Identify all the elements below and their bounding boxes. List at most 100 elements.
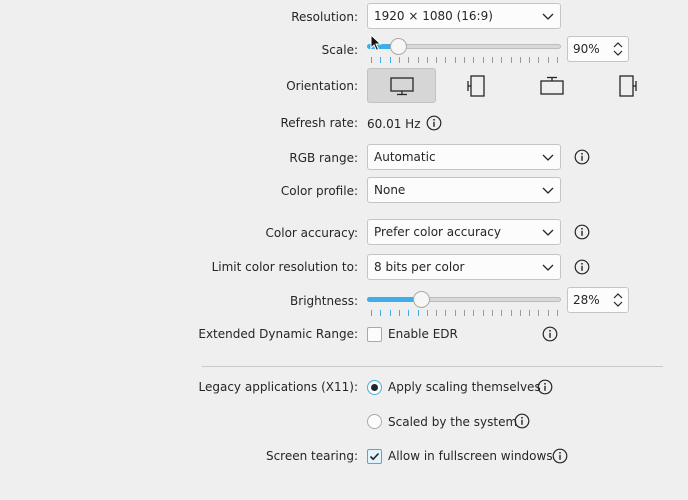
- resolution-value: 1920 × 1080 (16:9): [374, 9, 493, 23]
- chevron-down-icon: [542, 229, 554, 236]
- info-icon[interactable]: [537, 379, 553, 395]
- slider-tick: [464, 310, 465, 316]
- slider-tick: [492, 310, 493, 316]
- slider-tick: [557, 57, 558, 63]
- slider-tick: [371, 310, 372, 316]
- brightness-value: 28%: [573, 293, 600, 307]
- display-settings-page: Resolution: 1920 × 1080 (16:9) Scale: 90…: [0, 0, 688, 500]
- slider-tick: [529, 310, 530, 316]
- orientation-portrait-button[interactable]: [442, 68, 511, 103]
- slider-tick: [445, 310, 446, 316]
- slider-tick: [483, 310, 484, 316]
- edr-label: Extended Dynamic Range:: [198, 327, 358, 341]
- landscape-flipped-icon: [539, 76, 564, 95]
- color-accuracy-value: Prefer color accuracy: [374, 225, 501, 239]
- refresh-rate-label: Refresh rate:: [280, 116, 358, 130]
- slider-tick: [427, 310, 428, 316]
- color-resolution-value: 8 bits per color: [374, 260, 465, 274]
- resolution-combo[interactable]: 1920 × 1080 (16:9): [367, 3, 561, 29]
- scaled-by-system-label[interactable]: Scaled by the system: [388, 414, 517, 430]
- slider-tick: [464, 57, 465, 63]
- tearing-label: Screen tearing:: [265, 449, 358, 463]
- slider-tick: [473, 310, 474, 316]
- scale-label: Scale:: [321, 43, 358, 57]
- edr-option-label[interactable]: Enable EDR: [388, 326, 458, 342]
- color-accuracy-label: Color accuracy:: [265, 226, 358, 240]
- scale-slider[interactable]: [367, 37, 561, 63]
- spin-arrows-icon[interactable]: [612, 291, 624, 309]
- slider-tick: [380, 57, 381, 63]
- color-resolution-combo[interactable]: 8 bits per color: [367, 254, 561, 280]
- info-icon[interactable]: [574, 259, 590, 275]
- info-icon[interactable]: [552, 448, 568, 464]
- rgb-range-label: RGB range:: [289, 151, 358, 165]
- mouse-cursor-icon: [370, 34, 382, 52]
- scaled-by-system-radio[interactable]: [367, 414, 382, 429]
- info-icon[interactable]: [542, 326, 558, 342]
- resolution-label: Resolution:: [291, 10, 358, 24]
- brightness-label: Brightness:: [290, 294, 358, 308]
- tearing-checkbox[interactable]: [367, 449, 382, 464]
- landscape-icon: [389, 76, 414, 95]
- slider-tick: [436, 310, 437, 316]
- slider-tick: [557, 310, 558, 316]
- spin-arrows-icon[interactable]: [612, 40, 624, 58]
- slider-tick: [418, 57, 419, 63]
- apply-scaling-label[interactable]: Apply scaling themselves: [388, 379, 541, 395]
- tearing-option-label[interactable]: Allow in fullscreen windows: [388, 448, 553, 464]
- chevron-down-icon: [542, 13, 554, 20]
- slider-tick: [418, 310, 419, 316]
- orientation-portrait-flipped-button[interactable]: [592, 68, 661, 103]
- slider-tick: [455, 57, 456, 63]
- info-icon[interactable]: [426, 115, 442, 131]
- rgb-range-combo[interactable]: Automatic: [367, 144, 561, 170]
- slider-tick: [548, 310, 549, 316]
- slider-tick: [501, 57, 502, 63]
- slider-tick: [371, 57, 372, 63]
- slider-tick: [399, 310, 400, 316]
- slider-tick: [511, 310, 512, 316]
- info-icon[interactable]: [514, 413, 530, 429]
- refresh-rate-value: 60.01 Hz: [367, 117, 421, 131]
- slider-tick: [408, 310, 409, 316]
- portrait-icon: [466, 74, 485, 97]
- slider-tick: [380, 310, 381, 316]
- slider-tick: [501, 310, 502, 316]
- slider-tick: [492, 57, 493, 63]
- brightness-slider[interactable]: [367, 290, 561, 316]
- color-profile-combo[interactable]: None: [367, 177, 561, 203]
- slider-ticks: [371, 310, 558, 316]
- info-icon[interactable]: [574, 224, 590, 240]
- slider-tick: [399, 57, 400, 63]
- slider-tick: [538, 310, 539, 316]
- slider-tick: [390, 57, 391, 63]
- brightness-spinbox[interactable]: 28%: [567, 287, 629, 313]
- slider-tick: [427, 57, 428, 63]
- slider-handle[interactable]: [413, 291, 430, 308]
- slider-tick: [529, 57, 530, 63]
- legacy-label: Legacy applications (X11):: [198, 380, 359, 394]
- slider-tick: [520, 57, 521, 63]
- orientation-landscape-flipped-button[interactable]: [517, 68, 586, 103]
- color-profile-label: Color profile:: [280, 184, 358, 198]
- orientation-landscape-button[interactable]: [367, 68, 436, 103]
- edr-checkbox[interactable]: [367, 327, 382, 342]
- slider-handle[interactable]: [390, 38, 407, 55]
- slider-tick: [538, 57, 539, 63]
- info-icon[interactable]: [574, 149, 590, 165]
- slider-tick: [511, 57, 512, 63]
- apply-scaling-radio[interactable]: [367, 380, 382, 395]
- slider-tick: [455, 310, 456, 316]
- chevron-down-icon: [542, 264, 554, 271]
- slider-tick: [548, 57, 549, 63]
- chevron-down-icon: [542, 187, 554, 194]
- scale-spinbox[interactable]: 90%: [567, 36, 629, 62]
- slider-tick: [436, 57, 437, 63]
- slider-tick: [473, 57, 474, 63]
- color-profile-value: None: [374, 183, 406, 197]
- color-resolution-label: Limit color resolution to:: [211, 260, 358, 274]
- section-separator: [202, 366, 663, 367]
- scale-value: 90%: [573, 42, 600, 56]
- slider-tick: [483, 57, 484, 63]
- color-accuracy-combo[interactable]: Prefer color accuracy: [367, 219, 561, 245]
